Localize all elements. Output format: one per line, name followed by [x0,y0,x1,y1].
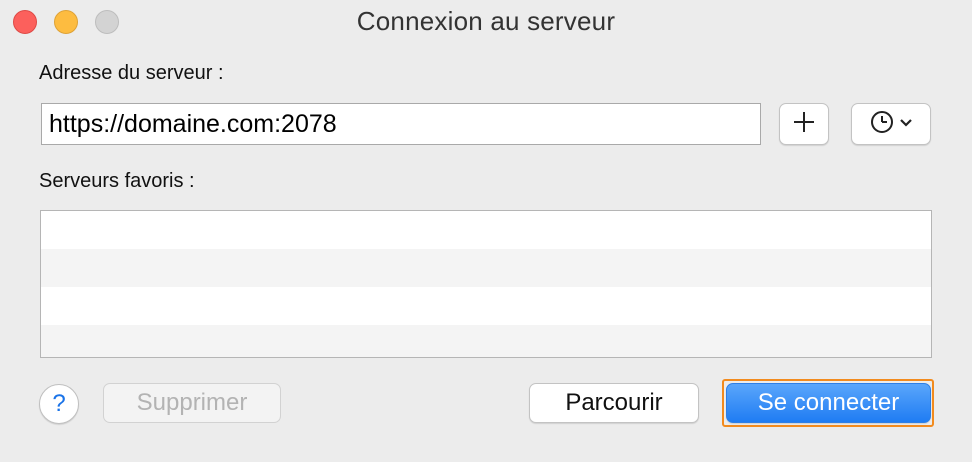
list-item[interactable] [41,325,931,357]
title-bar[interactable]: Connexion au serveur [0,0,972,44]
delete-button: Supprimer [103,383,281,423]
recent-servers-button[interactable] [851,103,931,145]
favorite-servers-label: Serveurs favoris : [39,170,195,192]
window-title: Connexion au serveur [356,6,616,36]
help-button[interactable]: ? [39,384,79,424]
add-favorite-button[interactable] [779,103,829,145]
list-item[interactable] [41,287,931,325]
browse-button[interactable]: Parcourir [529,383,699,423]
connect-to-server-window: Connexion au serveur Adresse du serveur … [0,0,972,462]
favorite-servers-list[interactable] [40,210,932,358]
clock-icon [870,110,894,139]
plus-icon [793,111,815,138]
connect-button[interactable]: Se connecter [726,383,931,423]
server-address-label: Adresse du serveur : [39,62,224,84]
server-address-input[interactable] [41,103,761,145]
chevron-down-icon [900,115,912,133]
list-item[interactable] [41,249,931,287]
list-item[interactable] [41,211,931,249]
